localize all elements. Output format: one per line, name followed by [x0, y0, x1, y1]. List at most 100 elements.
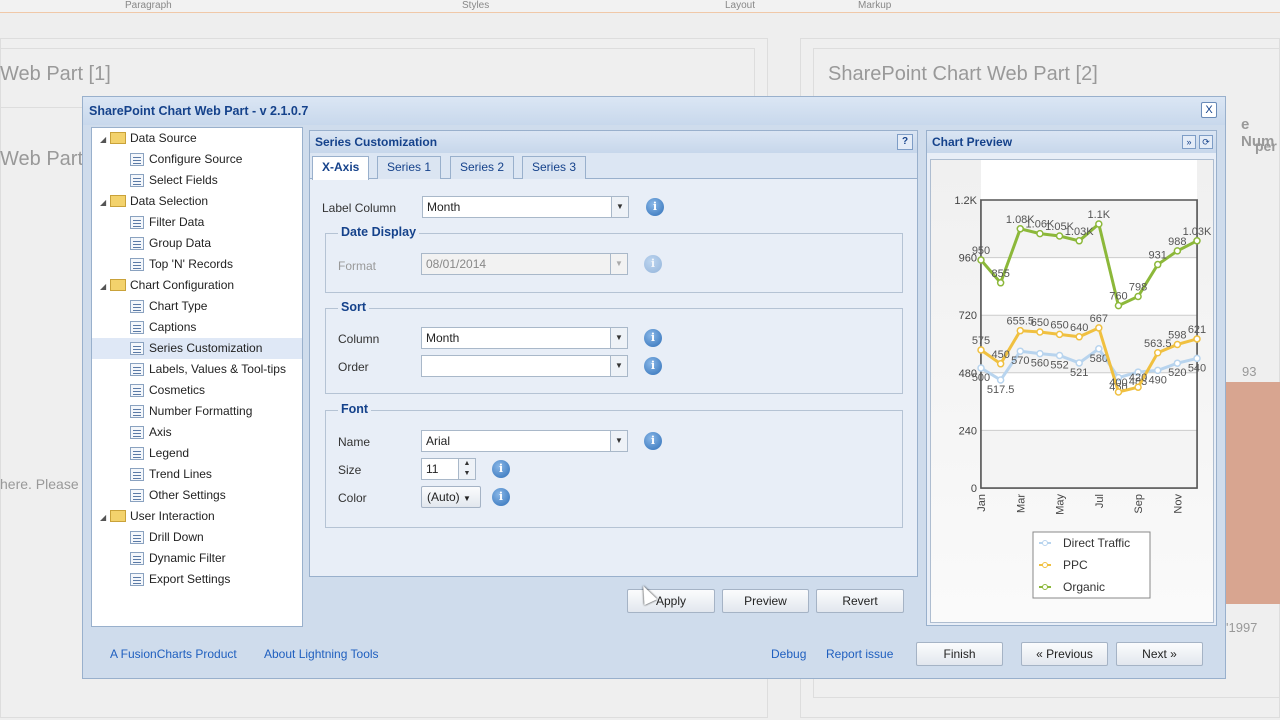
tree-item[interactable]: Legend: [92, 443, 302, 464]
data-point[interactable]: [1016, 225, 1025, 233]
help-button[interactable]: ?: [897, 134, 913, 150]
tree-item[interactable]: Axis: [92, 422, 302, 443]
data-point[interactable]: [1153, 260, 1162, 269]
debug-link[interactable]: Debug: [771, 647, 806, 661]
spinner-arrows-icon[interactable]: ▲ ▼: [458, 459, 475, 479]
data-point[interactable]: [977, 256, 985, 264]
data-point[interactable]: [1055, 330, 1064, 339]
data-point[interactable]: [1036, 229, 1044, 238]
tree-item[interactable]: Trend Lines: [92, 464, 302, 485]
data-point[interactable]: [1134, 383, 1142, 391]
tree-item[interactable]: Cosmetics: [92, 380, 302, 401]
data-point[interactable]: [1153, 349, 1162, 357]
data-point[interactable]: [1075, 359, 1083, 367]
preview-button[interactable]: Preview: [722, 589, 809, 613]
data-point[interactable]: [1193, 237, 1201, 245]
data-point[interactable]: [1075, 237, 1083, 245]
finish-button[interactable]: Finish: [916, 642, 1003, 666]
refresh-icon[interactable]: ⟳: [1199, 135, 1213, 149]
tree-item[interactable]: Select Fields: [92, 170, 302, 191]
data-point[interactable]: [1095, 324, 1103, 332]
tree-item[interactable]: ◢ Data Selection: [92, 191, 302, 212]
info-icon[interactable]: i: [644, 357, 662, 375]
info-icon[interactable]: i: [646, 198, 664, 216]
revert-button[interactable]: Revert: [816, 589, 904, 613]
expand-icon[interactable]: »: [1182, 135, 1196, 149]
data-point[interactable]: [1055, 351, 1064, 360]
tree-item[interactable]: ◢ Data Source: [92, 128, 302, 149]
font-name-select[interactable]: Arial ▼: [421, 430, 628, 452]
tree-item[interactable]: Filter Data: [92, 212, 302, 233]
collapse-icon[interactable]: ◢: [100, 507, 110, 528]
data-point[interactable]: [1134, 292, 1142, 301]
tree-item[interactable]: Chart Type: [92, 296, 302, 317]
sort-column-select[interactable]: Month ▼: [421, 327, 628, 349]
data-point[interactable]: [996, 376, 1005, 384]
info-icon[interactable]: i: [492, 488, 510, 506]
tree-item[interactable]: Top 'N' Records: [92, 254, 302, 275]
info-icon[interactable]: i: [644, 329, 662, 347]
chevron-down-icon[interactable]: ▼: [610, 356, 627, 376]
data-point[interactable]: [1016, 326, 1025, 335]
tree-item[interactable]: Dynamic Filter: [92, 548, 302, 569]
about-link[interactable]: About Lightning Tools: [264, 647, 379, 661]
data-point[interactable]: [1036, 328, 1044, 336]
tree-item[interactable]: Group Data: [92, 233, 302, 254]
data-point[interactable]: [1075, 333, 1083, 341]
collapse-icon[interactable]: ◢: [100, 276, 110, 297]
data-point[interactable]: [1193, 335, 1201, 343]
tab-series-1[interactable]: Series 1: [377, 156, 442, 179]
data-point[interactable]: [1114, 388, 1123, 396]
data-point[interactable]: [1114, 301, 1123, 310]
info-icon[interactable]: i: [644, 255, 662, 273]
tree-item[interactable]: Number Formatting: [92, 401, 302, 422]
data-point[interactable]: [977, 346, 985, 354]
tree-item[interactable]: Captions: [92, 317, 302, 338]
close-button[interactable]: X: [1201, 102, 1217, 118]
collapse-icon[interactable]: ◢: [100, 129, 110, 150]
info-icon[interactable]: i: [492, 460, 510, 478]
legend-item[interactable]: PPC: [1063, 558, 1088, 572]
tab-x-axis[interactable]: X-Axis: [312, 156, 370, 180]
legend-item[interactable]: Direct Traffic: [1063, 536, 1130, 550]
data-point[interactable]: [1016, 347, 1025, 355]
data-point[interactable]: [1095, 345, 1103, 353]
label-column-select[interactable]: Month ▼: [422, 196, 629, 218]
data-point[interactable]: [1095, 220, 1103, 228]
data-point[interactable]: [1173, 359, 1182, 367]
data-point[interactable]: [1055, 232, 1064, 240]
report-issue-link[interactable]: Report issue: [826, 647, 893, 661]
sort-order-select[interactable]: ▼: [421, 355, 628, 377]
chevron-down-icon[interactable]: ▼: [610, 254, 627, 274]
chevron-down-icon[interactable]: ▼: [611, 197, 628, 217]
tree-item[interactable]: Configure Source: [92, 149, 302, 170]
previous-button[interactable]: « Previous: [1021, 642, 1108, 666]
tab-series-3[interactable]: Series 3: [522, 156, 587, 179]
format-select[interactable]: 08/01/2014 ▼: [421, 253, 628, 275]
chevron-down-icon[interactable]: ▼: [610, 328, 627, 348]
data-point[interactable]: [1153, 366, 1162, 375]
tree-item[interactable]: Other Settings: [92, 485, 302, 506]
tree-item[interactable]: ◢ User Interaction: [92, 506, 302, 527]
collapse-icon[interactable]: ◢: [100, 192, 110, 213]
data-point[interactable]: [977, 364, 985, 372]
font-color-button[interactable]: (Auto) ▼: [421, 486, 481, 508]
tree-item[interactable]: Drill Down: [92, 527, 302, 548]
next-button[interactable]: Next »: [1116, 642, 1203, 666]
tab-series-2[interactable]: Series 2: [450, 156, 515, 179]
data-point[interactable]: [1173, 247, 1182, 255]
data-point[interactable]: [996, 279, 1005, 287]
chevron-down-icon[interactable]: ▼: [610, 431, 627, 451]
tree-item[interactable]: Labels, Values & Tool-tips: [92, 359, 302, 380]
fusioncharts-link[interactable]: A FusionCharts Product: [110, 647, 237, 661]
tree-item[interactable]: Series Customization: [92, 338, 302, 359]
data-point[interactable]: [1036, 349, 1044, 358]
tree-item[interactable]: ◢ Chart Configuration: [92, 275, 302, 296]
info-icon[interactable]: i: [644, 432, 662, 450]
data-point[interactable]: [996, 360, 1005, 368]
data-point[interactable]: [1193, 354, 1201, 363]
legend-item[interactable]: Organic: [1063, 580, 1105, 594]
tree-item[interactable]: Export Settings: [92, 569, 302, 590]
data-point[interactable]: [1173, 340, 1182, 349]
font-size-stepper[interactable]: 11 ▲ ▼: [421, 458, 476, 480]
